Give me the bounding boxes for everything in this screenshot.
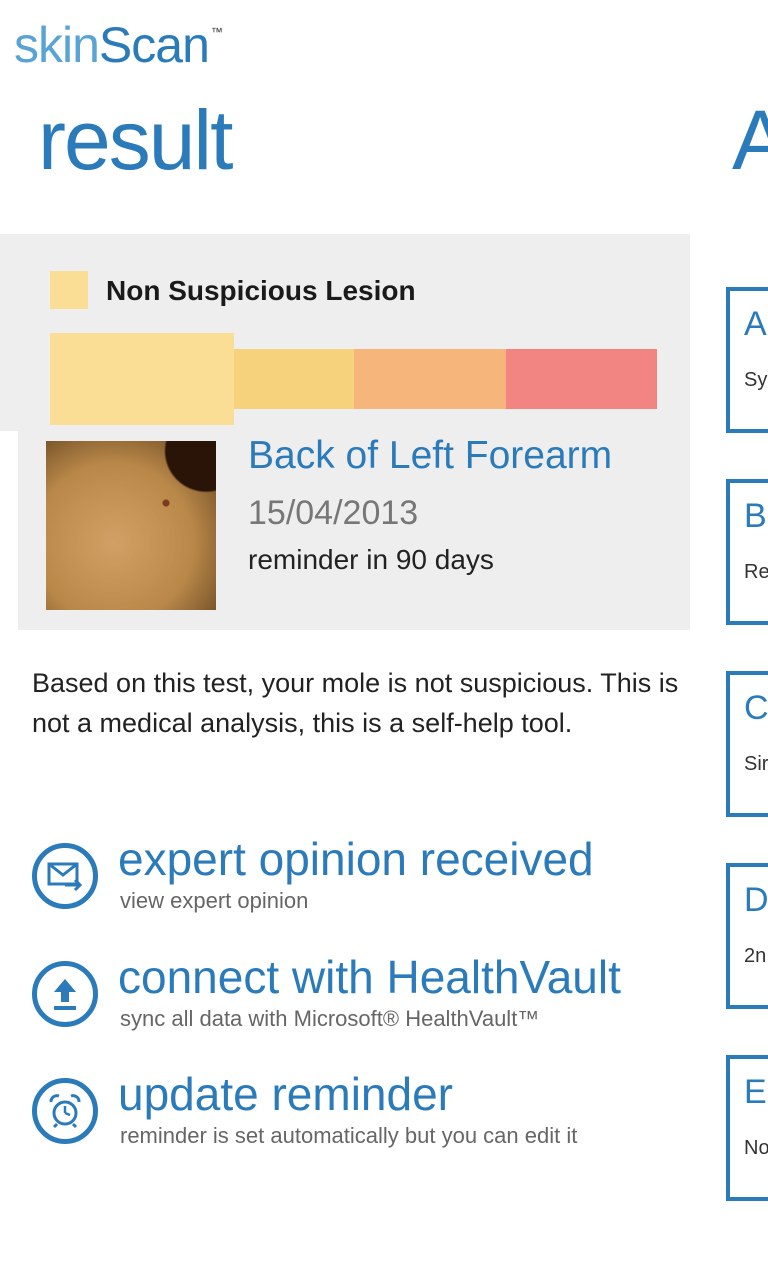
scan-date: 15/04/2013	[248, 494, 419, 532]
mail-forward-icon	[32, 843, 98, 909]
risk-scale-segment-1	[50, 333, 234, 425]
app-brand: skinScan ™	[14, 20, 223, 70]
side-card-letter: C	[744, 689, 768, 727]
reminder-text: reminder in 90 days	[248, 544, 494, 575]
page-title: result	[38, 93, 233, 187]
side-card-letter: A	[744, 305, 767, 343]
brand-trademark: ™	[210, 25, 223, 39]
action-subtitle: view expert opinion	[120, 888, 309, 913]
side-card-sub: Sy	[744, 369, 768, 391]
side-card-letter: D	[744, 881, 768, 919]
side-card-sub: Re	[744, 561, 768, 583]
side-card-sub: 2n	[744, 945, 767, 967]
expert-opinion-action[interactable]: expert opinion received view expert opin…	[32, 833, 712, 923]
side-card-sub: No	[744, 1137, 768, 1159]
risk-label: Non Suspicious Lesion	[106, 275, 416, 306]
side-card-letter: E	[744, 1073, 767, 1111]
action-title: update reminder	[118, 1068, 453, 1120]
side-card-a[interactable]: A Sy	[726, 287, 768, 433]
action-title: connect with HealthVault	[118, 951, 621, 1003]
healthvault-action[interactable]: connect with HealthVault sync all data w…	[32, 951, 712, 1041]
mole-photo-thumbnail[interactable]	[46, 441, 216, 610]
side-card-letter: B	[744, 497, 767, 535]
action-subtitle: reminder is set automatically but you ca…	[120, 1123, 578, 1148]
side-card-sub: Sir	[744, 753, 768, 775]
upload-icon	[32, 961, 98, 1027]
risk-scale-segment-2	[234, 349, 354, 409]
side-card-d[interactable]: D 2n	[726, 863, 768, 1009]
risk-scale-segment-3	[354, 349, 506, 409]
brand-skin: skin	[14, 17, 100, 73]
side-card-c[interactable]: C Sir	[726, 671, 768, 817]
side-card-b[interactable]: B Re	[726, 479, 768, 625]
update-reminder-action[interactable]: update reminder reminder is set automati…	[32, 1068, 712, 1158]
risk-swatch	[50, 271, 88, 309]
body-location: Back of Left Forearm	[248, 434, 613, 477]
alarm-clock-icon	[32, 1078, 98, 1144]
brand-scan: Scan	[98, 17, 210, 73]
action-subtitle: sync all data with Microsoft® HealthVaul…	[120, 1006, 540, 1031]
next-pivot-title[interactable]: A	[732, 98, 768, 182]
risk-scale-segment-4	[506, 349, 657, 409]
disclaimer-text: Based on this test, your mole is not sus…	[32, 668, 679, 738]
action-title: expert opinion received	[118, 833, 594, 885]
side-card-e[interactable]: E No	[726, 1055, 768, 1201]
